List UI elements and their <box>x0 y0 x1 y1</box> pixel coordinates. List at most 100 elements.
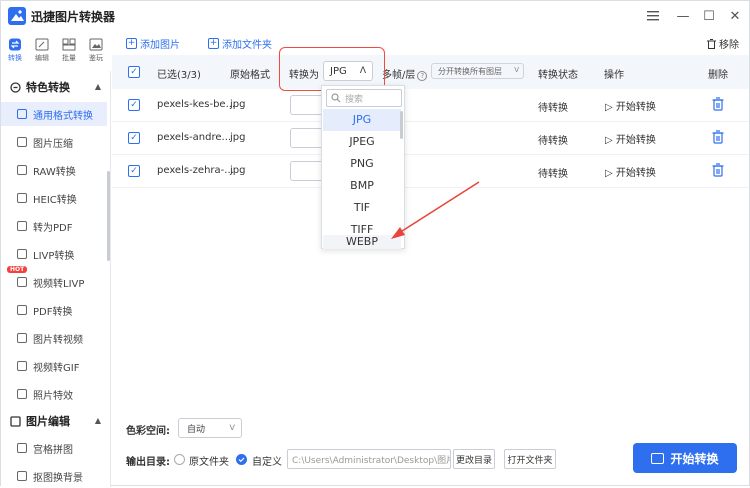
image-edit-icon <box>10 415 21 427</box>
sidebar: 特色转换 ▲ 通用格式转换 图片压缩 RAW转换 HEIC转换 转为PDF LI… <box>1 71 111 487</box>
gallery-mode-icon <box>89 38 103 51</box>
sidebar-item-label: LIVP转换 <box>33 250 75 262</box>
format-option-png[interactable]: PNG <box>323 153 401 175</box>
sidebar-item-cutout[interactable]: 抠图换背景 <box>1 464 107 488</box>
play-icon: ▷ <box>605 135 616 146</box>
sidebar-item-general-format[interactable]: 通用格式转换 <box>1 102 107 126</box>
output-path-field[interactable]: C:\Users\Administrator\Desktop\图片 <box>287 449 451 469</box>
trash-icon[interactable] <box>712 97 724 111</box>
sidebar-item-label: 图片压缩 <box>33 138 73 150</box>
sidebar-item-grid-puzzle[interactable]: 宫格拼图 <box>1 436 107 460</box>
sidebar-item-label: 视频转LIVP <box>33 278 85 290</box>
sidebar-section-edit[interactable]: 图片编辑 ▲ <box>1 409 109 433</box>
sidebar-item-heic[interactable]: HEIC转换 <box>1 186 107 210</box>
sidebar-scrollbar[interactable] <box>107 171 110 261</box>
layer-mode-select[interactable]: 分开转换所有图层 ᐯ <box>431 63 524 79</box>
row-start-label: 开始转换 <box>615 168 656 179</box>
change-dir-button[interactable]: 更改目录 <box>453 449 495 469</box>
maximize-button[interactable]: ☐ <box>699 6 719 26</box>
layer-mode-value: 分开转换所有图层 <box>438 66 502 76</box>
video-gif-icon <box>17 361 27 371</box>
sidebar-item-pdf-convert[interactable]: PDF转换 <box>1 298 107 322</box>
row-start-button[interactable]: ▷ 开始转换 <box>605 164 656 179</box>
row-checkbox[interactable]: ✓ <box>128 132 140 144</box>
original-folder-label: 原文件夹 <box>189 457 229 468</box>
remove-button[interactable]: 移除 <box>706 36 739 51</box>
mode-label: 编辑 <box>35 54 49 62</box>
format-option-tif[interactable]: TIF <box>323 197 401 219</box>
row-start-label: 开始转换 <box>615 135 656 146</box>
radio-original-folder[interactable] <box>174 454 185 465</box>
sidebar-item-video-gif[interactable]: 视频转GIF <box>1 354 107 378</box>
file-format: jpg <box>230 132 246 143</box>
close-button[interactable]: ✕ <box>725 6 745 26</box>
sidebar-section-special[interactable]: 特色转换 ▲ <box>1 75 109 99</box>
start-convert-button[interactable]: 开始转换 <box>633 443 737 473</box>
mode-edit[interactable]: 编辑 <box>29 35 55 67</box>
check-icon <box>238 457 245 463</box>
minimize-button[interactable]: — <box>673 6 693 26</box>
mode-switcher: 转换 编辑 批量 鉴玩 <box>1 35 111 67</box>
sidebar-item-to-pdf[interactable]: 转为PDF <box>1 214 107 238</box>
row-checkbox[interactable]: ✓ <box>128 165 140 177</box>
sidebar-item-image-video[interactable]: 图片转视频 <box>1 326 107 350</box>
mode-convert[interactable]: 转换 <box>2 35 28 67</box>
sidebar-item-video-livp[interactable]: HOT 视频转LIVP <box>1 266 107 294</box>
section-label: 图片编辑 <box>26 415 70 428</box>
batch-mode-icon <box>62 38 76 51</box>
footer-panel: 色彩空间: 自动 ᐯ 输出目录: 原文件夹 自定义 C:\Users\Admin… <box>112 407 749 487</box>
radio-custom-folder[interactable] <box>236 454 247 465</box>
mode-label: 批量 <box>62 54 76 62</box>
sidebar-item-compress[interactable]: 图片压缩 <box>1 130 107 154</box>
compress-icon <box>17 137 27 147</box>
search-icon <box>331 93 341 103</box>
sidebar-item-label: 宫格拼图 <box>33 444 73 456</box>
color-space-label: 色彩空间: <box>126 426 170 437</box>
format-search-input[interactable]: 搜索 <box>326 89 402 107</box>
color-space-select[interactable]: 自动 ᐯ <box>178 418 242 438</box>
special-convert-icon <box>10 81 21 93</box>
format-dropdown: 搜索 JPG JPEG PNG BMP TIF TIFF WEBP <box>321 85 405 249</box>
livp-icon <box>17 249 27 259</box>
mode-gallery[interactable]: 鉴玩 <box>83 35 109 67</box>
menu-icon[interactable] <box>643 6 663 26</box>
format-option-webp[interactable]: WEBP <box>323 235 401 249</box>
mode-batch[interactable]: 批量 <box>56 35 82 67</box>
format-option-jpg[interactable]: JPG <box>323 109 401 131</box>
select-all-checkbox[interactable]: ✓ <box>128 66 140 78</box>
sidebar-item-label: 抠图换背景 <box>33 472 83 484</box>
format-option-bmp[interactable]: BMP <box>323 175 401 197</box>
grid-puzzle-icon <box>17 443 27 453</box>
add-image-button[interactable]: + 添加图片 <box>126 36 180 51</box>
sidebar-item-label: HEIC转换 <box>33 194 77 206</box>
open-folder-button[interactable]: 打开文件夹 <box>504 449 556 469</box>
trash-icon[interactable] <box>712 130 724 144</box>
file-name: pexels-kes-be... <box>157 99 236 110</box>
sidebar-item-raw[interactable]: RAW转换 <box>1 158 107 182</box>
add-folder-label: 添加文件夹 <box>222 40 272 51</box>
collapse-arrow-icon[interactable]: ▲ <box>95 82 101 91</box>
sidebar-item-livp[interactable]: LIVP转换 <box>1 242 107 266</box>
help-icon[interactable]: ? <box>417 71 428 81</box>
sidebar-item-label: PDF转换 <box>33 306 73 318</box>
add-folder-button[interactable]: + 添加文件夹 <box>208 36 272 51</box>
chevron-down-icon: ᐯ <box>229 423 235 432</box>
section-label: 特色转换 <box>26 81 70 94</box>
dropdown-scrollbar[interactable] <box>400 111 403 139</box>
file-name: pexels-andre... <box>157 132 232 143</box>
convert-icon <box>651 452 665 464</box>
play-icon: ▷ <box>605 168 616 179</box>
header-original-format: 原始格式 <box>230 70 270 81</box>
plus-icon: + <box>208 38 219 49</box>
row-checkbox[interactable]: ✓ <box>128 99 140 111</box>
remove-label: 移除 <box>719 40 739 51</box>
header-multi-frame: 多帧/层? <box>382 66 428 81</box>
format-option-jpeg[interactable]: JPEG <box>323 131 401 153</box>
mode-label: 转换 <box>8 54 22 62</box>
cutout-icon <box>17 471 27 481</box>
row-start-button[interactable]: ▷ 开始转换 <box>605 131 656 146</box>
sidebar-item-photo-effect[interactable]: 照片特效 <box>1 382 107 406</box>
trash-icon[interactable] <box>712 163 724 177</box>
row-start-button[interactable]: ▷ 开始转换 <box>605 98 656 113</box>
collapse-arrow-icon[interactable]: ▲ <box>95 416 101 425</box>
